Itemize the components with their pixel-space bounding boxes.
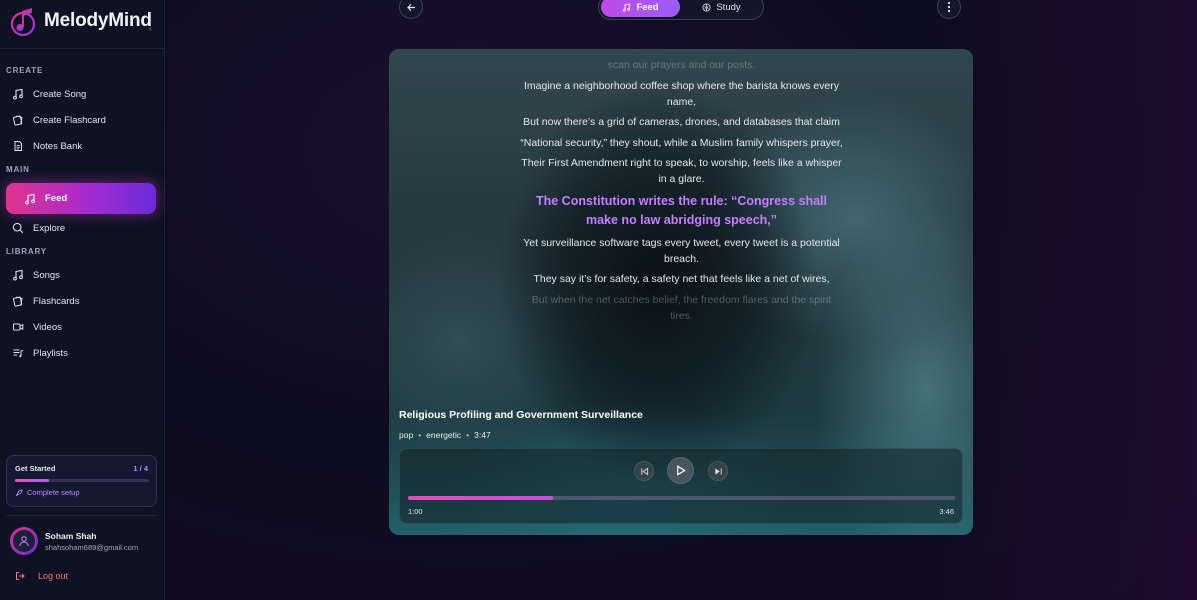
melodymind-logo-icon (10, 5, 38, 37)
get-started-title: Get Started (15, 464, 56, 473)
tab-study[interactable]: Study (682, 0, 761, 17)
lyric-line: But when the net catches belief, the fre… (531, 293, 832, 322)
song-meta: pop • energetic • 3:47 (399, 430, 491, 440)
sidebar-item-label: Feed (45, 193, 68, 204)
playlist-icon (13, 349, 24, 358)
logout-button[interactable]: Log out (15, 571, 68, 581)
sidebar-item-label: Notes Bank (33, 140, 83, 152)
music-note-icon (623, 3, 631, 12)
lyric-line: scan our prayers and our posts. (607, 59, 756, 71)
brain-icon (702, 2, 711, 12)
sidebar-item-feed[interactable]: Feed (6, 183, 156, 214)
song-mood: energetic (426, 430, 462, 440)
lyric-line-current: The Constitution writes the rule: “Congr… (535, 193, 827, 227)
time-total: 3:46 (939, 507, 954, 516)
separator-dot: • (418, 430, 422, 440)
divider (6, 515, 157, 516)
search-icon (12, 222, 24, 234)
music-note-icon (25, 193, 35, 205)
get-started-card[interactable]: Get Started 1 / 4 Complete setup (6, 455, 157, 507)
lyric-line: But now there’s a grid of cameras, drone… (523, 116, 840, 128)
back-button[interactable] (399, 0, 423, 19)
lyric-line: “National security,” they shout, while a… (520, 136, 843, 149)
get-started-progress (15, 479, 149, 482)
more-vertical-icon (947, 1, 951, 13)
user-name: Soham Shah (45, 530, 97, 541)
song-title: Religious Profiling and Government Surve… (399, 409, 643, 421)
sidebar-item-label: Create Flashcard (33, 114, 106, 126)
divider (0, 48, 165, 49)
lyrics-panel[interactable]: scan our prayers and our posts. Imagine a… (519, 54, 844, 328)
sidebar-item-videos[interactable]: Videos (6, 314, 156, 340)
music-note-icon (13, 269, 23, 281)
lyric-line: Yet surveillance software tags every twe… (523, 236, 840, 265)
video-icon (13, 323, 24, 331)
document-icon (14, 141, 22, 151)
flashcard-icon (13, 115, 23, 126)
skip-back-icon (640, 466, 648, 476)
skip-forward-icon (714, 467, 722, 475)
song-genre: pop (399, 430, 414, 440)
play-button[interactable] (667, 457, 694, 484)
collapse-sidebar-icon[interactable]: ‹ (149, 24, 152, 33)
rocket-icon (15, 489, 23, 496)
flashcard-icon (13, 296, 23, 307)
logout-label: Log out (38, 571, 69, 581)
lyric-line: Their First Amendment right to speak, to… (521, 157, 842, 185)
sidebar-item-label: Explore (33, 222, 66, 234)
sidebar-item-notes-bank[interactable]: Notes Bank (6, 133, 156, 159)
sidebar-item-flashcards[interactable]: Flashcards (6, 288, 156, 314)
tab-label: Feed (636, 1, 659, 13)
complete-setup-link[interactable]: Complete setup (15, 488, 80, 497)
more-options-button[interactable] (937, 0, 961, 19)
lyric-line: They say it’s for safety, a safety net t… (533, 273, 830, 285)
time-current: 1:00 (408, 507, 423, 516)
sidebar-item-label: Videos (33, 321, 62, 333)
logout-icon (16, 572, 25, 580)
get-started-progress-fill (15, 479, 49, 482)
sidebar: MelodyMind ‹ CREATE Create Song Create F… (0, 0, 165, 600)
sidebar-item-label: Playlists (33, 347, 68, 359)
lyric-line: Imagine a neighborhood coffee shop where… (523, 79, 839, 108)
section-label-create: CREATE (6, 66, 44, 75)
player-card: scan our prayers and our posts. Imagine a… (389, 49, 973, 535)
playback-progress-bar[interactable] (408, 496, 955, 500)
play-icon (677, 465, 686, 476)
next-button[interactable] (708, 461, 728, 481)
tab-label: Study (716, 1, 741, 13)
playback-controls: 1:00 3:46 (399, 448, 963, 524)
previous-button[interactable] (634, 461, 654, 481)
brand-name: MelodyMind (44, 10, 152, 31)
playback-progress-fill (408, 496, 553, 500)
sidebar-item-create-song[interactable]: Create Song (6, 81, 156, 107)
complete-setup-label: Complete setup (27, 488, 80, 497)
sidebar-item-songs[interactable]: Songs (6, 262, 156, 288)
avatar (10, 527, 38, 555)
separator-dot: • (466, 430, 470, 440)
user-profile[interactable]: Soham Shah shahsoham689@gmail.com (10, 527, 138, 555)
user-email: shahsoham689@gmail.com (45, 542, 139, 552)
main-content: Feed Study scan our prayers and our post… (166, 0, 1197, 600)
get-started-count: 1 / 4 (133, 464, 148, 473)
user-icon (19, 536, 29, 547)
brand[interactable]: MelodyMind (10, 2, 152, 40)
sidebar-item-label: Create Song (33, 88, 87, 100)
music-note-icon (13, 88, 23, 100)
song-duration: 3:47 (474, 430, 491, 440)
sidebar-item-explore[interactable]: Explore (6, 215, 156, 241)
section-label-main: MAIN (6, 165, 30, 174)
tab-feed[interactable]: Feed (601, 0, 680, 17)
sidebar-item-label: Songs (33, 269, 60, 281)
sidebar-item-label: Flashcards (33, 295, 80, 307)
section-label-library: LIBRARY (6, 247, 47, 256)
view-tabs: Feed Study (598, 0, 764, 20)
sidebar-item-playlists[interactable]: Playlists (6, 340, 156, 366)
arrow-left-icon (406, 3, 415, 11)
sidebar-item-create-flashcard[interactable]: Create Flashcard (6, 107, 156, 133)
